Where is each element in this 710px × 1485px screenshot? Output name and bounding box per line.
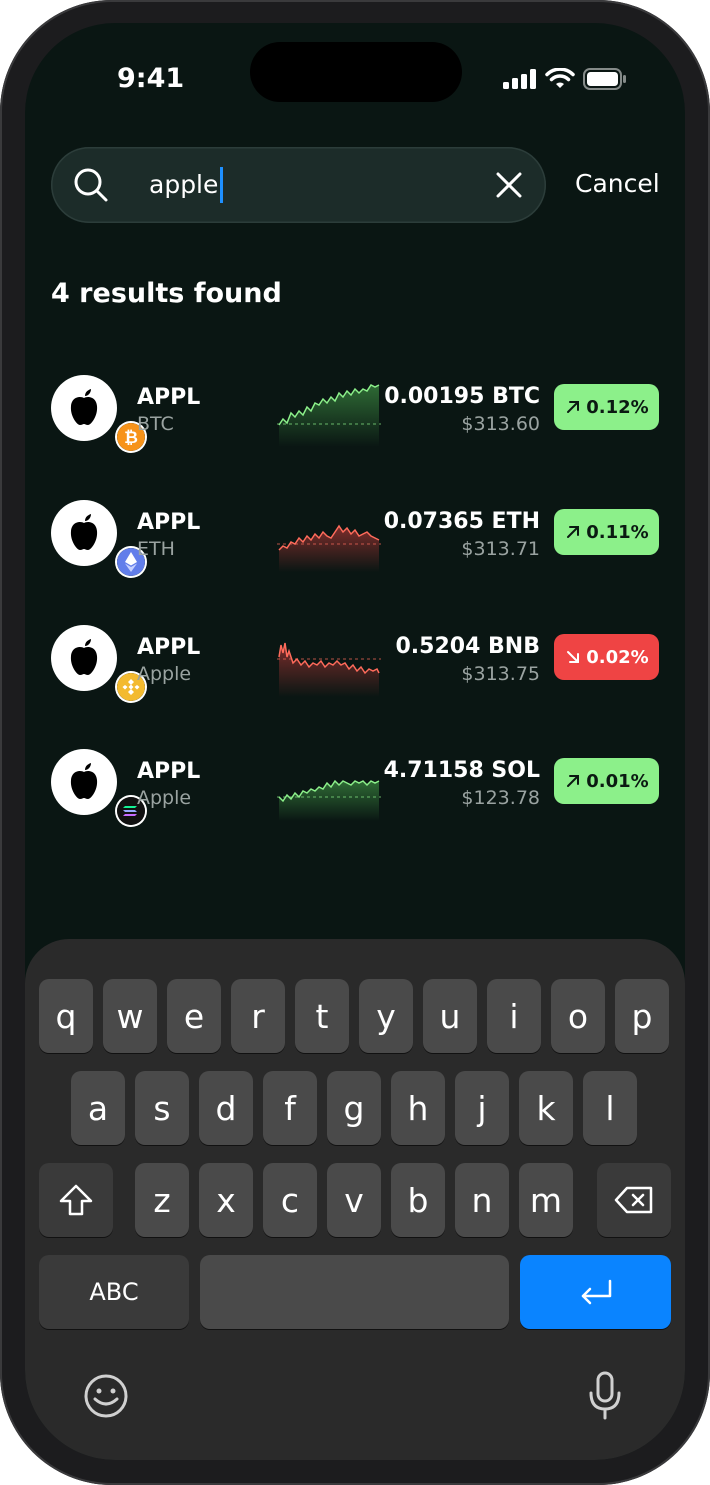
key-t[interactable]: t: [295, 979, 349, 1053]
delete-key[interactable]: [597, 1163, 671, 1237]
abc-key[interactable]: ABC: [39, 1255, 189, 1329]
ticker: APPL: [137, 759, 201, 784]
result-row[interactable]: ₿ APPL BTC 0.00195 BTC $313.60 0.12%: [25, 367, 685, 451]
key-u[interactable]: u: [423, 979, 477, 1053]
ticker: APPL: [137, 385, 201, 410]
key-s[interactable]: s: [135, 1071, 189, 1145]
crypto-price: 0.07365 ETH: [383, 509, 540, 534]
avatar: [51, 625, 145, 701]
cancel-button[interactable]: Cancel: [575, 169, 660, 198]
key-m[interactable]: m: [519, 1163, 573, 1237]
return-key[interactable]: [520, 1255, 671, 1329]
avatar: [51, 749, 145, 825]
avatar: ₿: [51, 375, 145, 451]
subtitle: BTC: [137, 413, 174, 435]
change-value: 0.01%: [586, 770, 649, 792]
dynamic-island: [250, 42, 462, 102]
microphone-icon[interactable]: [587, 1371, 623, 1421]
shift-key[interactable]: [39, 1163, 113, 1237]
search-icon: [74, 168, 108, 202]
shift-icon: [59, 1184, 93, 1216]
key-p[interactable]: p: [615, 979, 669, 1053]
usd-price: $313.71: [461, 538, 540, 560]
subtitle: Apple: [137, 787, 192, 809]
key-x[interactable]: x: [199, 1163, 253, 1237]
key-o[interactable]: o: [551, 979, 605, 1053]
key-d[interactable]: d: [199, 1071, 253, 1145]
apple-logo-icon: [70, 639, 98, 675]
keyboard: q w e r t y u i o p a s d f g h j k l z …: [25, 939, 685, 1460]
apple-logo-icon: [70, 389, 98, 425]
screen: 9:41 apple Cancel 4 results found ₿ APPL…: [25, 23, 685, 1460]
sparkline-chart: [277, 779, 381, 821]
wifi-icon: [545, 68, 575, 88]
key-y[interactable]: y: [359, 979, 413, 1053]
phone-frame: 9:41 apple Cancel 4 results found ₿ APPL…: [0, 0, 710, 1485]
key-i[interactable]: i: [487, 979, 541, 1053]
subtitle: ETH: [137, 538, 175, 560]
key-g[interactable]: g: [327, 1071, 381, 1145]
key-n[interactable]: n: [455, 1163, 509, 1237]
key-v[interactable]: v: [327, 1163, 381, 1237]
svg-text:₿: ₿: [124, 428, 138, 448]
result-row[interactable]: APPL ETH 0.07365 ETH $313.71 0.11%: [25, 492, 685, 576]
ticker: APPL: [137, 635, 201, 660]
change-value: 0.12%: [586, 396, 649, 418]
results-count-title: 4 results found: [51, 278, 282, 309]
key-a[interactable]: a: [71, 1071, 125, 1145]
key-k[interactable]: k: [519, 1071, 573, 1145]
search-bar[interactable]: apple: [51, 147, 546, 223]
return-icon: [581, 1279, 611, 1305]
search-input[interactable]: apple: [149, 167, 224, 203]
space-key[interactable]: [200, 1255, 509, 1329]
arrow-up-right-icon: [567, 526, 580, 538]
battery-icon: [583, 68, 626, 90]
crypto-price: 4.71158 SOL: [383, 758, 540, 783]
apple-logo-icon: [70, 514, 98, 550]
usd-price: $313.75: [461, 663, 540, 685]
key-c[interactable]: c: [263, 1163, 317, 1237]
subtitle: Apple: [137, 663, 192, 685]
text-caret: [220, 167, 224, 203]
key-f[interactable]: f: [263, 1071, 317, 1145]
key-e[interactable]: e: [167, 979, 221, 1053]
apple-logo-icon: [70, 763, 98, 799]
avatar: [51, 500, 145, 576]
key-q[interactable]: q: [39, 979, 93, 1053]
result-row[interactable]: APPL Apple 0.5204 BNB $313.75 0.02%: [25, 617, 685, 701]
change-badge: 0.11%: [554, 509, 659, 555]
key-b[interactable]: b: [391, 1163, 445, 1237]
change-badge: 0.12%: [554, 384, 659, 430]
backspace-icon: [614, 1186, 653, 1214]
key-z[interactable]: z: [135, 1163, 189, 1237]
sparkline-chart: [277, 384, 381, 447]
emoji-icon[interactable]: [83, 1373, 129, 1419]
crypto-price: 0.5204 BNB: [395, 634, 540, 659]
change-badge: 0.02%: [554, 634, 659, 680]
arrow-up-right-icon: [567, 401, 580, 413]
arrow-up-right-icon: [567, 775, 580, 787]
close-icon[interactable]: [496, 172, 522, 198]
arrow-down-right-icon: [567, 651, 580, 663]
search-query-text: apple: [149, 170, 219, 199]
crypto-price: 0.00195 BTC: [384, 384, 540, 409]
key-j[interactable]: j: [455, 1071, 509, 1145]
change-value: 0.11%: [586, 521, 649, 543]
result-row[interactable]: APPL Apple 4.71158 SOL $123.78 0.01%: [25, 741, 685, 825]
sparkline-chart: [277, 524, 381, 572]
sparkline-chart: [277, 642, 381, 697]
key-r[interactable]: r: [231, 979, 285, 1053]
change-badge: 0.01%: [554, 758, 659, 804]
status-time: 9:41: [117, 63, 185, 94]
key-w[interactable]: w: [103, 979, 157, 1053]
ticker: APPL: [137, 510, 201, 535]
change-value: 0.02%: [586, 646, 649, 668]
cellular-signal-icon: [503, 69, 536, 89]
key-l[interactable]: l: [583, 1071, 637, 1145]
usd-price: $123.78: [461, 787, 540, 809]
usd-price: $313.60: [461, 413, 540, 435]
key-h[interactable]: h: [391, 1071, 445, 1145]
status-icons: [503, 68, 627, 90]
